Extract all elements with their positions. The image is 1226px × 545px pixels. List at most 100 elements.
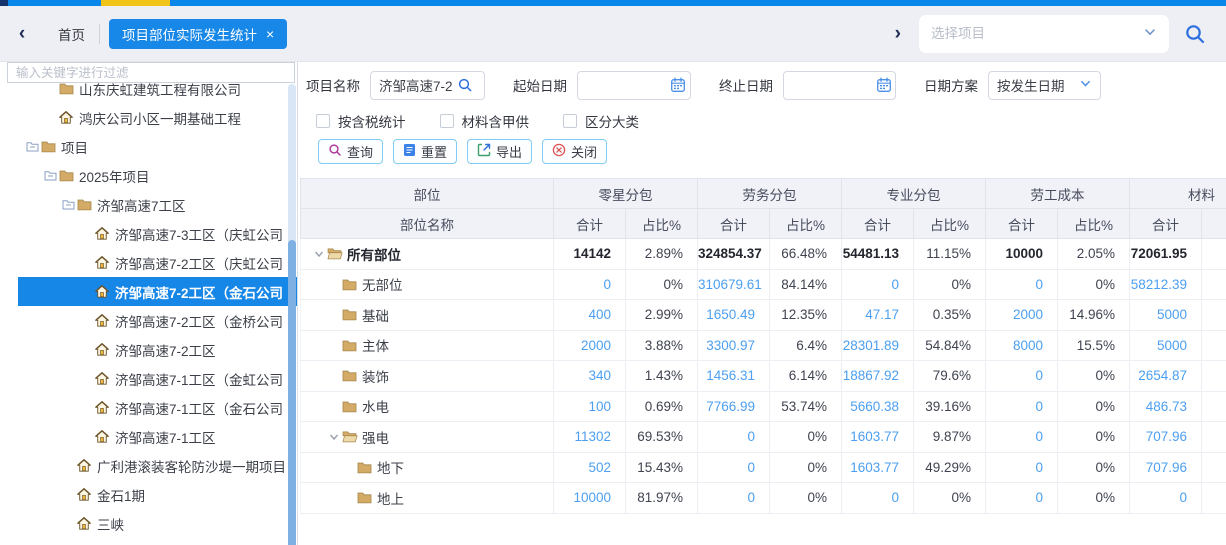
cell-total[interactable]: 2000 [986, 300, 1058, 331]
start-date-input[interactable] [586, 78, 670, 93]
checkbox-category[interactable]: 区分大类 [563, 111, 639, 131]
start-date-field[interactable] [577, 71, 691, 100]
cell-total[interactable]: 8000 [986, 330, 1058, 361]
cell-total[interactable]: 2654.87 [1130, 361, 1202, 392]
cell-total[interactable]: 10000 [554, 483, 626, 514]
table-row[interactable]: 强电1130269.53%00%1603.779.87%00%707.96 [301, 422, 1226, 453]
tree-item[interactable]: 济邹高速7-1工区 [0, 422, 297, 451]
cell-total[interactable]: 0 [986, 422, 1058, 453]
tree-item[interactable]: 2025年项目 [0, 161, 297, 190]
table-row[interactable]: 地下50215.43%00%1603.7749.29%00%707.96 [301, 452, 1226, 483]
tree-item[interactable]: 鸿庆公司小区一期基础工程 [0, 103, 297, 132]
cell-total[interactable]: 0 [986, 269, 1058, 300]
export-button[interactable]: 导出 [467, 139, 532, 164]
cell-total[interactable]: 486.73 [1130, 391, 1202, 422]
tree-item[interactable]: 济邹高速7-3工区（庆虹公司 [0, 219, 297, 248]
end-date-input[interactable] [792, 78, 876, 93]
cell-total[interactable]: 5660.38 [842, 391, 914, 422]
tree-expander-icon[interactable] [24, 141, 41, 152]
cell-total[interactable]: 28301.89 [842, 330, 914, 361]
checkbox-tax[interactable]: 按含税统计 [316, 111, 406, 131]
cell-total[interactable]: 0 [986, 483, 1058, 514]
project-select[interactable] [919, 15, 1169, 53]
cell-total[interactable]: 5000 [1130, 300, 1202, 331]
checkbox-icon[interactable] [440, 114, 454, 128]
tree-item[interactable]: 济邹高速7-2工区 [0, 335, 297, 364]
calendar-icon[interactable] [876, 77, 892, 93]
project-name-input[interactable] [379, 78, 457, 93]
cell-total[interactable]: 0 [986, 361, 1058, 392]
close-button[interactable]: 关闭 [542, 139, 607, 164]
calendar-icon[interactable] [670, 77, 686, 93]
reset-button[interactable]: 重置 [393, 139, 457, 164]
tab-home[interactable]: 首页 [44, 24, 99, 44]
tree-item[interactable]: 项目 [0, 132, 297, 161]
checkbox-icon[interactable] [563, 114, 577, 128]
tab-close-icon[interactable]: × [266, 27, 274, 41]
forward-chevron-icon[interactable]: › [895, 23, 901, 45]
project-name-field[interactable] [370, 71, 485, 100]
sidebar-scrollbar[interactable] [288, 84, 296, 545]
search-icon[interactable] [1184, 23, 1206, 45]
cell-total[interactable]: 400 [554, 300, 626, 331]
tree-item[interactable]: 三峡 [0, 509, 297, 538]
cell-total[interactable]: 340 [554, 361, 626, 392]
cell-total[interactable]: 0 [986, 452, 1058, 483]
cell-total[interactable]: 7766.99 [698, 391, 770, 422]
cell-total[interactable]: 0 [554, 269, 626, 300]
cell-total[interactable]: 502 [554, 452, 626, 483]
checkbox-icon[interactable] [316, 114, 330, 128]
cell-total[interactable]: 1456.31 [698, 361, 770, 392]
chevron-down-icon[interactable] [1143, 25, 1157, 42]
tree-item[interactable]: 济邹高速7-2工区（庆虹公司 [0, 248, 297, 277]
cell-total[interactable]: 0 [986, 391, 1058, 422]
search-icon[interactable] [457, 77, 473, 93]
tree-filter-input[interactable] [7, 62, 295, 83]
row-expander-icon[interactable] [311, 248, 327, 260]
sidebar-scrollbar-thumb[interactable] [288, 240, 296, 545]
date-scheme-select[interactable]: 按发生日期 [988, 71, 1101, 100]
table-row[interactable]: 所有部位141422.89%324854.3766.48%54481.1311.… [301, 239, 1226, 270]
table-row[interactable]: 主体20003.88%3300.976.4%28301.8954.84%8000… [301, 330, 1226, 361]
checkbox-owner-supplied[interactable]: 材料含甲供 [440, 111, 530, 131]
cell-total[interactable]: 100 [554, 391, 626, 422]
table-row[interactable]: 无部位00%310679.6184.14%00%00%58212.39 [301, 269, 1226, 300]
cell-total[interactable]: 11302 [554, 422, 626, 453]
row-expander-icon[interactable] [326, 431, 342, 443]
cell-total[interactable]: 5000 [1130, 330, 1202, 361]
query-button[interactable]: 查询 [318, 139, 383, 164]
cell-total[interactable]: 0 [842, 269, 914, 300]
tab-active[interactable]: 项目部位实际发生统计 × [109, 19, 287, 49]
table-row[interactable]: 基础4002.99%1650.4912.35%47.170.35%200014.… [301, 300, 1226, 331]
project-select-input[interactable] [931, 26, 1143, 41]
tree-item[interactable]: 金石大厦二期 [0, 538, 297, 545]
tree-item[interactable]: 济邹高速7-2工区（金桥公司 [0, 306, 297, 335]
table-row[interactable]: 装饰3401.43%1456.316.14%18867.9279.6%00%26… [301, 361, 1226, 392]
cell-total[interactable]: 2000 [554, 330, 626, 361]
tree-expander-icon[interactable] [42, 170, 59, 181]
cell-total[interactable]: 1650.49 [698, 300, 770, 331]
cell-total[interactable]: 707.96 [1130, 422, 1202, 453]
cell-total[interactable]: 0 [1130, 483, 1202, 514]
tree-item[interactable]: 济邹高速7-1工区（金虹公司 [0, 364, 297, 393]
cell-total[interactable]: 3300.97 [698, 330, 770, 361]
table-row[interactable]: 水电1000.69%7766.9953.74%5660.3839.16%00%4… [301, 391, 1226, 422]
table-row[interactable]: 地上1000081.97%00%00%00%0 [301, 483, 1226, 514]
cell-total[interactable]: 1603.77 [842, 452, 914, 483]
cell-total[interactable]: 0 [698, 422, 770, 453]
cell-total[interactable]: 47.17 [842, 300, 914, 331]
cell-total[interactable]: 1603.77 [842, 422, 914, 453]
tree-item[interactable]: 济邹高速7-1工区（金石公司 [0, 393, 297, 422]
tree-item[interactable]: 金石1期 [0, 480, 297, 509]
end-date-field[interactable] [783, 71, 896, 100]
back-chevron-icon[interactable]: ‹ [0, 23, 44, 45]
tree-item[interactable]: 济邹高速7工区 [0, 190, 297, 219]
cell-total[interactable]: 0 [842, 483, 914, 514]
cell-total[interactable]: 58212.39 [1130, 269, 1202, 300]
tree-expander-icon[interactable] [60, 199, 77, 210]
tree-item[interactable]: 济邹高速7-2工区（金石公司 [0, 277, 297, 306]
cell-total[interactable]: 0 [698, 452, 770, 483]
cell-total[interactable]: 310679.61 [698, 269, 770, 300]
cell-total[interactable]: 18867.92 [842, 361, 914, 392]
tree-item[interactable]: 广利港滚装客轮防沙堤一期项目 [0, 451, 297, 480]
